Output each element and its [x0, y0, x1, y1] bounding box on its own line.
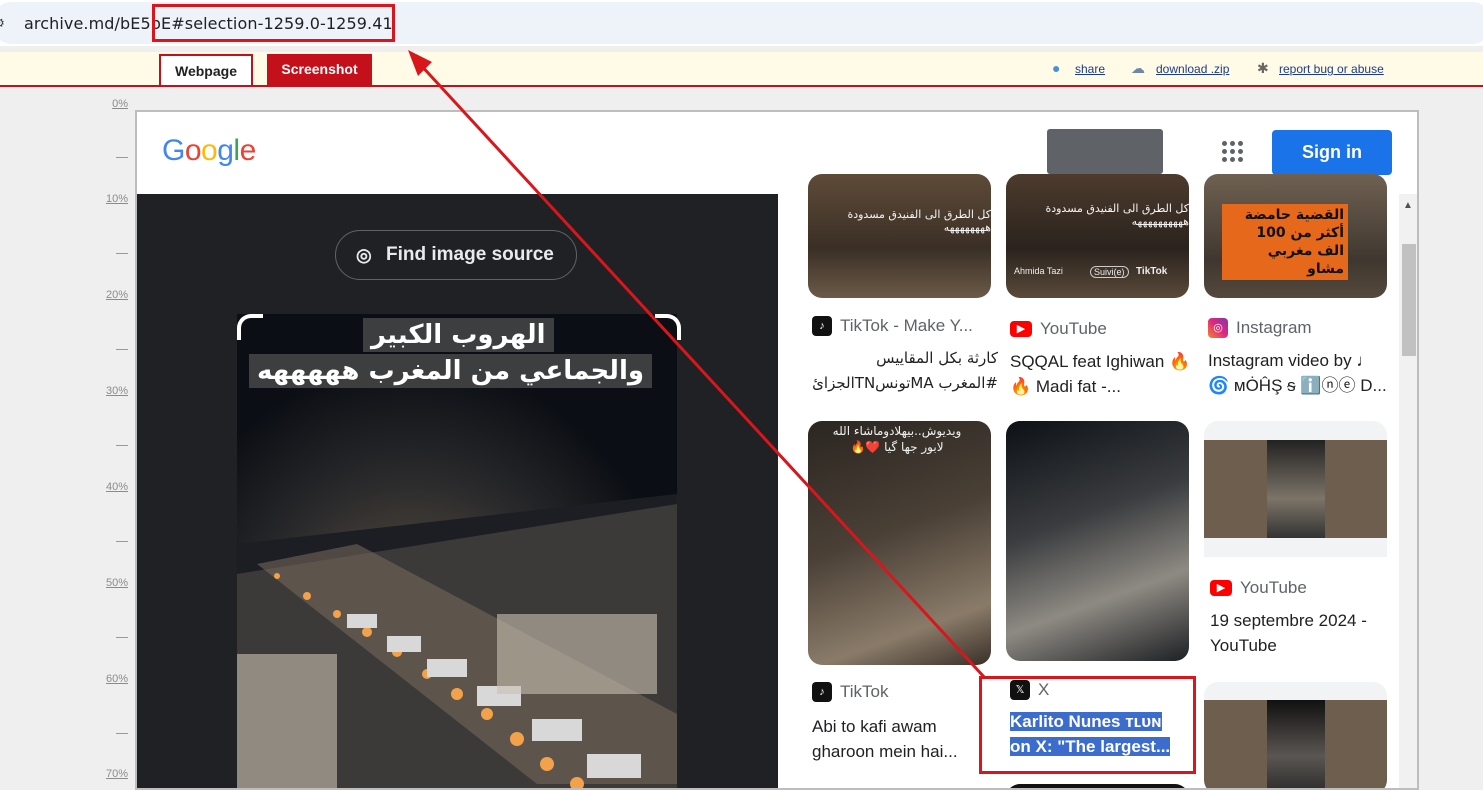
annotation-arrow	[408, 50, 987, 680]
